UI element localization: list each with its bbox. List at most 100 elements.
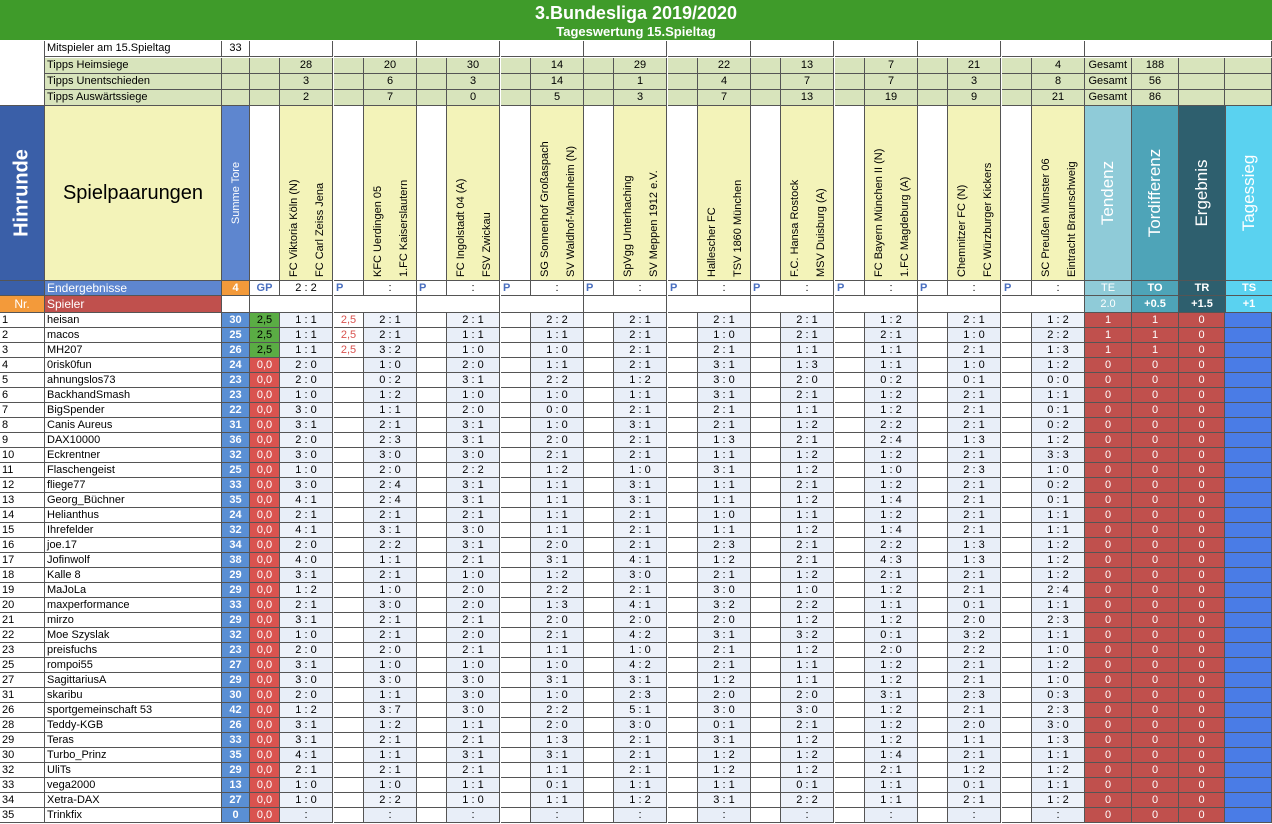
player-tip[interactable]: 2 : 0 (531, 433, 584, 448)
player-tip[interactable]: 2 : 2 (781, 598, 834, 613)
player-tip[interactable]: 1 : 2 (614, 373, 667, 388)
player-tip[interactable]: 2 : 1 (364, 568, 417, 583)
player-name[interactable]: DAX10000 (45, 433, 222, 448)
player-tip[interactable]: 3 : 1 (280, 658, 333, 673)
player-tip[interactable]: 2 : 1 (948, 523, 1001, 538)
player-tip[interactable]: 1 : 2 (865, 718, 918, 733)
player-tip[interactable]: 2 : 0 (531, 538, 584, 553)
player-tip[interactable]: 0 : 1 (531, 778, 584, 793)
player-tip[interactable]: 0 : 0 (531, 403, 584, 418)
player-tip[interactable]: 2 : 1 (614, 328, 667, 343)
player-tip[interactable]: 1 : 0 (280, 628, 333, 643)
player-tip[interactable]: 1 : 1 (531, 478, 584, 493)
player-tip[interactable]: 2 : 1 (614, 508, 667, 523)
player-tip[interactable]: 2 : 0 (280, 688, 333, 703)
player-tip[interactable]: 2 : 1 (948, 493, 1001, 508)
player-tip[interactable]: 1 : 1 (948, 733, 1001, 748)
player-tip[interactable]: 1 : 2 (781, 748, 834, 763)
player-tip[interactable]: 3 : 2 (948, 628, 1001, 643)
player-name[interactable]: macos (45, 328, 222, 343)
player-tip[interactable]: 1 : 2 (698, 553, 751, 568)
player-tip[interactable]: 4 : 2 (614, 628, 667, 643)
player-tip[interactable]: 1 : 0 (531, 343, 584, 358)
player-tip[interactable]: 2 : 1 (447, 643, 500, 658)
player-name[interactable]: skaribu (45, 688, 222, 703)
player-tip[interactable]: 1 : 0 (698, 328, 751, 343)
player-tip[interactable]: 3 : 1 (280, 568, 333, 583)
player-tip[interactable]: 3 : 0 (280, 403, 333, 418)
player-tip[interactable]: 2 : 1 (447, 763, 500, 778)
player-name[interactable]: Teras (45, 733, 222, 748)
player-tip[interactable]: 1 : 1 (364, 553, 417, 568)
player-tip[interactable]: 1 : 0 (614, 643, 667, 658)
player-tip[interactable]: 0 : 1 (1032, 403, 1085, 418)
player-name[interactable]: 0risk0fun (45, 358, 222, 373)
player-tip[interactable]: 1 : 1 (531, 763, 584, 778)
player-name[interactable]: heisan (45, 313, 222, 328)
player-tip[interactable]: 1 : 1 (280, 328, 333, 343)
player-tip[interactable]: 1 : 1 (1032, 598, 1085, 613)
player-tip[interactable]: 4 : 1 (280, 748, 333, 763)
player-tip[interactable]: 2 : 1 (948, 703, 1001, 718)
player-tip[interactable]: 2 : 0 (531, 613, 584, 628)
player-tip[interactable]: 1 : 2 (865, 448, 918, 463)
player-tip[interactable]: 1 : 2 (280, 703, 333, 718)
match-result[interactable]: : (614, 281, 667, 296)
player-tip[interactable]: 1 : 0 (698, 508, 751, 523)
player-tip[interactable]: 2 : 1 (614, 358, 667, 373)
player-name[interactable]: Kalle 8 (45, 568, 222, 583)
player-tip[interactable]: 1 : 0 (364, 658, 417, 673)
player-tip[interactable]: 2 : 2 (1032, 328, 1085, 343)
player-tip[interactable]: 2 : 1 (280, 598, 333, 613)
player-tip[interactable]: 2 : 1 (948, 343, 1001, 358)
player-tip[interactable]: 2 : 0 (781, 373, 834, 388)
player-tip[interactable]: 1 : 0 (531, 418, 584, 433)
player-tip[interactable]: 2 : 2 (948, 643, 1001, 658)
player-tip[interactable]: 3 : 1 (698, 793, 751, 808)
player-tip[interactable]: 2 : 1 (781, 313, 834, 328)
player-tip[interactable]: 1 : 2 (531, 463, 584, 478)
match-result[interactable]: : (531, 281, 584, 296)
player-tip[interactable]: 1 : 1 (781, 403, 834, 418)
player-tip[interactable]: 2 : 0 (280, 643, 333, 658)
player-tip[interactable]: 2 : 3 (364, 433, 417, 448)
player-tip[interactable]: 1 : 2 (865, 508, 918, 523)
player-name[interactable]: vega2000 (45, 778, 222, 793)
player-tip[interactable]: 1 : 1 (1032, 778, 1085, 793)
match-result[interactable]: : (447, 281, 500, 296)
player-tip[interactable]: 2 : 2 (364, 793, 417, 808)
player-name[interactable]: BigSpender (45, 403, 222, 418)
player-tip[interactable]: 2 : 1 (698, 343, 751, 358)
player-tip[interactable]: 0 : 1 (698, 718, 751, 733)
player-tip[interactable]: 2 : 1 (781, 553, 834, 568)
player-tip[interactable]: 1 : 2 (1032, 433, 1085, 448)
player-tip[interactable]: 1 : 3 (948, 553, 1001, 568)
player-tip[interactable]: 2 : 0 (364, 463, 417, 478)
player-tip[interactable]: 2 : 1 (531, 628, 584, 643)
player-tip[interactable]: 2 : 2 (781, 793, 834, 808)
player-tip[interactable]: 1 : 1 (781, 343, 834, 358)
player-name[interactable]: Canis Aureus (45, 418, 222, 433)
player-tip[interactable]: 2 : 2 (531, 313, 584, 328)
player-tip[interactable]: 3 : 1 (447, 433, 500, 448)
player-tip[interactable]: 2 : 1 (364, 313, 417, 328)
player-tip[interactable]: 2 : 1 (447, 733, 500, 748)
player-tip[interactable]: 1 : 0 (781, 583, 834, 598)
player-tip[interactable]: 1 : 1 (531, 328, 584, 343)
player-tip[interactable]: 3 : 0 (781, 703, 834, 718)
player-tip[interactable]: 2 : 0 (614, 613, 667, 628)
player-tip[interactable]: 3 : 2 (781, 628, 834, 643)
player-tip[interactable]: 1 : 1 (447, 718, 500, 733)
player-tip[interactable]: 2 : 1 (614, 313, 667, 328)
player-tip[interactable]: 1 : 0 (280, 793, 333, 808)
player-tip[interactable]: 2 : 1 (364, 763, 417, 778)
player-tip[interactable]: 1 : 2 (781, 568, 834, 583)
player-tip[interactable]: 2 : 0 (280, 373, 333, 388)
player-name[interactable]: Trinkfix (45, 808, 222, 823)
player-tip[interactable]: 1 : 2 (781, 763, 834, 778)
player-name[interactable]: Jofinwolf (45, 553, 222, 568)
player-tip[interactable]: 3 : 0 (698, 373, 751, 388)
player-tip[interactable]: 1 : 1 (531, 358, 584, 373)
player-tip[interactable]: 2 : 1 (364, 613, 417, 628)
player-tip[interactable]: 2 : 1 (698, 313, 751, 328)
